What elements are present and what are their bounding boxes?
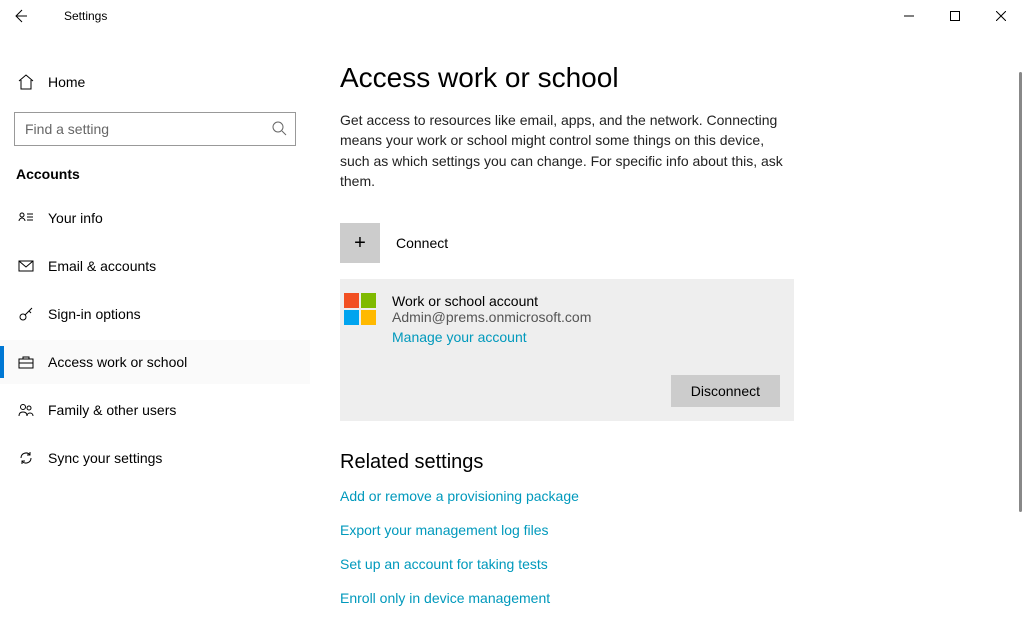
disconnect-button[interactable]: Disconnect [671,375,780,407]
microsoft-logo-icon [344,293,376,325]
related-link-export-logs[interactable]: Export your management log files [340,522,994,538]
briefcase-icon [16,353,36,371]
back-button[interactable] [0,0,40,32]
account-card[interactable]: Work or school account Admin@prems.onmic… [340,279,794,421]
scrollbar[interactable] [1019,72,1022,512]
sync-icon [16,449,36,467]
arrow-left-icon [12,8,28,24]
home-label: Home [48,74,85,90]
minimize-button[interactable] [886,0,932,32]
close-button[interactable] [978,0,1024,32]
connect-button[interactable]: + Connect [340,215,780,271]
sidebar-item-label: Access work or school [48,354,187,370]
plus-icon: + [340,223,380,263]
window-title: Settings [64,9,107,23]
sidebar: Home Accounts Your info [0,32,310,620]
main-content: Access work or school Get access to reso… [310,32,1024,620]
manage-account-link[interactable]: Manage your account [392,329,591,345]
sidebar-item-sync-settings[interactable]: Sync your settings [0,436,310,480]
sidebar-item-access-work-school[interactable]: Access work or school [0,340,310,384]
maximize-button[interactable] [932,0,978,32]
account-title: Work or school account [392,293,591,309]
account-email: Admin@prems.onmicrosoft.com [392,309,591,325]
sidebar-item-email-accounts[interactable]: Email & accounts [0,244,310,288]
search-icon [271,120,287,139]
maximize-icon [950,11,960,21]
people-icon [16,401,36,419]
related-heading: Related settings [340,451,994,474]
settings-window: Settings Home [0,0,1024,620]
related-link-test-account[interactable]: Set up an account for taking tests [340,556,994,572]
sidebar-item-label: Sign-in options [48,306,141,322]
sidebar-item-label: Family & other users [48,402,176,418]
related-link-device-management[interactable]: Enroll only in device management [340,590,994,606]
page-heading: Access work or school [340,62,994,94]
home-nav[interactable]: Home [0,62,310,102]
titlebar: Settings [0,0,1024,32]
related-link-provisioning[interactable]: Add or remove a provisioning package [340,488,994,504]
person-card-icon [16,209,36,227]
sidebar-section-title: Accounts [0,162,310,196]
sidebar-item-label: Email & accounts [48,258,156,274]
minimize-icon [904,11,914,21]
search-input[interactable] [23,120,271,138]
window-body: Home Accounts Your info [0,32,1024,620]
sidebar-item-family-other-users[interactable]: Family & other users [0,388,310,432]
mail-icon [16,257,36,275]
home-icon [16,73,36,91]
sidebar-item-label: Your info [48,210,103,226]
related-settings: Related settings Add or remove a provisi… [340,451,994,606]
sidebar-item-your-info[interactable]: Your info [0,196,310,240]
connect-label: Connect [396,235,448,251]
key-icon [16,305,36,323]
page-description: Get access to resources like email, apps… [340,110,790,191]
search-box[interactable] [14,112,296,146]
close-icon [996,11,1006,21]
sidebar-item-sign-in-options[interactable]: Sign-in options [0,292,310,336]
sidebar-item-label: Sync your settings [48,450,162,466]
